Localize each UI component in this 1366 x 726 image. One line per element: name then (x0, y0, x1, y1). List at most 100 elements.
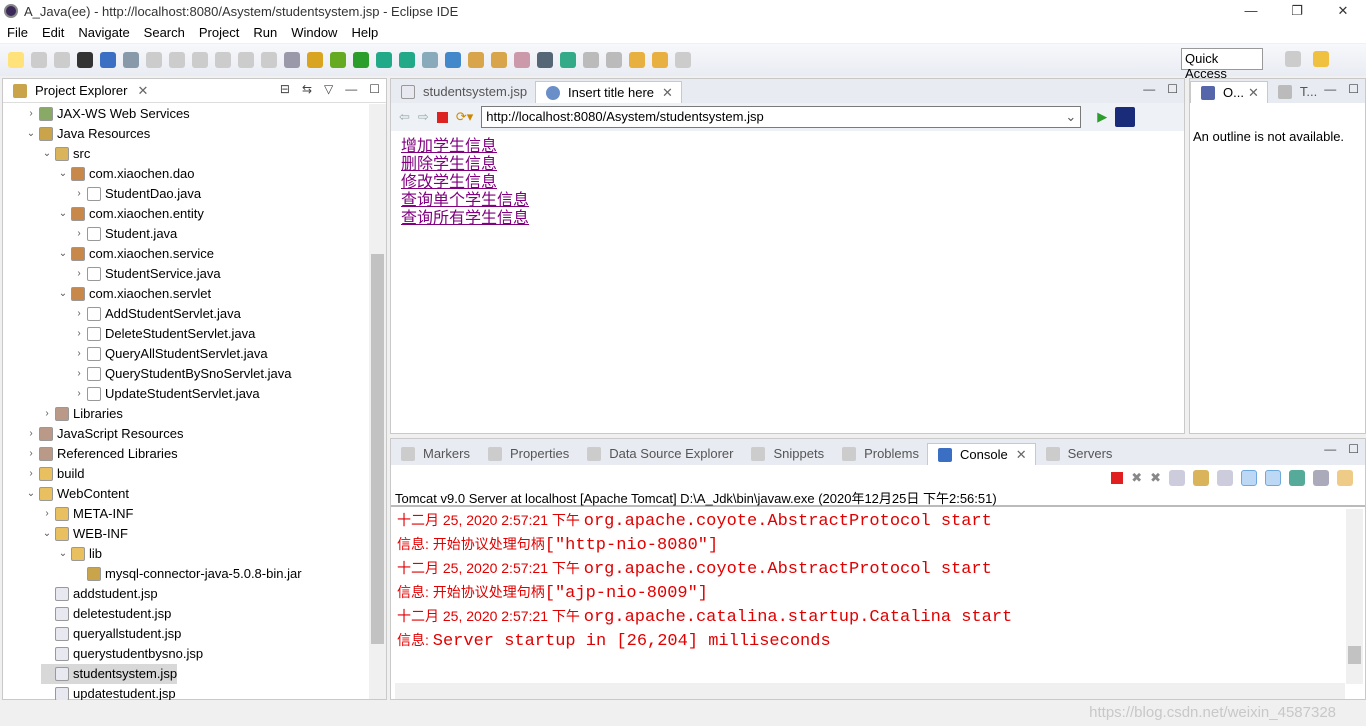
tree-item[interactable]: ⌄ com.xiaochen.entity (57, 204, 204, 224)
tab-task-list[interactable]: T... (1268, 81, 1325, 103)
step-into-icon[interactable] (238, 52, 254, 68)
tree-item[interactable]: addstudent.jsp (41, 584, 158, 604)
open-type-icon[interactable] (468, 52, 484, 68)
restore-button[interactable]: ❐ (1274, 0, 1320, 23)
show-on-stderr-icon[interactable] (1265, 470, 1281, 486)
show-on-stdout-icon[interactable] (1241, 470, 1257, 486)
tree-item[interactable]: › Student.java (73, 224, 177, 244)
close-icon[interactable]: ✕ (662, 82, 673, 104)
resume-icon[interactable] (146, 52, 162, 68)
maximize-icon[interactable]: ☐ (1167, 82, 1178, 96)
next-annotation-icon[interactable] (583, 52, 599, 68)
chevron-down-icon[interactable]: ⌄ (25, 124, 37, 144)
disconnect-icon[interactable] (215, 52, 231, 68)
student-link[interactable]: 查询所有学生信息 (401, 209, 1174, 227)
new-web-service-icon[interactable] (422, 52, 438, 68)
forward-icon[interactable]: ⇨ (418, 109, 429, 125)
open-perspective-icon[interactable] (1285, 51, 1301, 67)
chevron-right-icon[interactable]: › (73, 364, 85, 384)
student-link[interactable]: 删除学生信息 (401, 155, 1174, 173)
tab-snippets[interactable]: Snippets (741, 443, 832, 465)
clear-console-icon[interactable] (1169, 470, 1185, 486)
java-ee-perspective-icon[interactable] (1313, 51, 1329, 67)
tab-data-source-explorer[interactable]: Data Source Explorer (577, 443, 741, 465)
maximize-icon[interactable]: ☐ (1348, 442, 1359, 456)
open-console-icon[interactable] (1337, 470, 1353, 486)
new-servlet-icon[interactable] (445, 52, 461, 68)
tree-item[interactable]: querystudentbysno.jsp (41, 644, 203, 664)
tree-item[interactable]: › DeleteStudentServlet.java (73, 324, 255, 344)
remove-all-icon[interactable]: ✖ (1150, 470, 1161, 486)
close-icon[interactable]: ✕ (1248, 82, 1259, 104)
step-over-icon[interactable] (261, 52, 277, 68)
search-icon[interactable] (514, 52, 530, 68)
chevron-right-icon[interactable]: › (25, 104, 37, 124)
student-link[interactable]: 查询单个学生信息 (401, 191, 1174, 209)
view-menu-icon[interactable]: ▽ (324, 82, 333, 96)
tree-item[interactable]: ⌄ lib (57, 544, 102, 564)
back-icon[interactable] (652, 52, 668, 68)
tree-item[interactable]: mysql-connector-java-5.0.8-bin.jar (73, 564, 302, 584)
console-vscrollbar[interactable] (1346, 509, 1363, 684)
maximize-icon[interactable]: ☐ (369, 82, 380, 96)
remove-launch-icon[interactable]: ✖ (1131, 470, 1142, 486)
menu-edit[interactable]: Edit (35, 23, 71, 43)
last-edit-icon[interactable] (629, 52, 645, 68)
run-icon[interactable] (353, 52, 369, 68)
quick-access-input[interactable]: Quick Access (1181, 48, 1263, 81)
browser-icon[interactable] (1115, 107, 1136, 127)
tree-item[interactable]: › AddStudentServlet.java (73, 304, 241, 324)
tree-item[interactable]: › QueryStudentBySnoServlet.java (73, 364, 291, 384)
deploy-icon[interactable] (560, 52, 576, 68)
globe-icon[interactable] (537, 52, 553, 68)
chevron-right-icon[interactable]: › (73, 384, 85, 404)
tab-servers[interactable]: Servers (1036, 443, 1121, 465)
chevron-right-icon[interactable]: › (73, 304, 85, 324)
menu-file[interactable]: File (0, 23, 35, 43)
tree-item[interactable]: › JAX-WS Web Services (25, 104, 190, 124)
refresh-icon[interactable]: ⟳▾ (456, 109, 473, 125)
use-step-filters-icon[interactable] (307, 52, 323, 68)
chevron-down-icon[interactable]: ⌄ (41, 144, 53, 164)
save-all-icon[interactable] (54, 52, 70, 68)
tree-item[interactable]: queryallstudent.jsp (41, 624, 181, 644)
run-server-icon[interactable] (376, 52, 392, 68)
chevron-down-icon[interactable]: ⌄ (41, 524, 53, 544)
console-hscrollbar[interactable] (395, 683, 1345, 699)
tab-editor-0[interactable]: studentsystem.jsp (391, 81, 535, 103)
close-button[interactable]: ✕ (1320, 0, 1366, 23)
forward-icon[interactable] (675, 52, 691, 68)
minimize-button[interactable]: — (1228, 0, 1274, 23)
tree-item[interactable]: ⌄ Java Resources (25, 124, 150, 144)
tree-item[interactable]: › META-INF (41, 504, 133, 524)
menu-search[interactable]: Search (137, 23, 192, 43)
student-link[interactable]: 增加学生信息 (401, 137, 1174, 155)
tree-item[interactable]: › Referenced Libraries (25, 444, 178, 464)
open-task-icon[interactable] (491, 52, 507, 68)
maximize-icon[interactable]: ☐ (1348, 82, 1359, 96)
back-icon[interactable]: ⇦ (399, 109, 410, 125)
external-tools-icon[interactable] (399, 52, 415, 68)
chevron-down-icon[interactable]: ⌄ (57, 284, 69, 304)
tree-item[interactable]: ⌄ WebContent (25, 484, 129, 504)
menu-window[interactable]: Window (284, 23, 344, 43)
tab-markers[interactable]: Markers (391, 443, 478, 465)
skip-breakpoints-icon[interactable] (123, 52, 139, 68)
tab-editor-1[interactable]: Insert title here ✕ (535, 81, 682, 103)
tab-project-explorer[interactable]: Project Explorer ✕ (3, 80, 157, 102)
step-return-icon[interactable] (284, 52, 300, 68)
tree-item[interactable]: ⌄ com.xiaochen.service (57, 244, 214, 264)
chevron-right-icon[interactable]: › (25, 464, 37, 484)
minimize-icon[interactable]: — (345, 82, 357, 96)
chevron-right-icon[interactable]: › (25, 424, 37, 444)
display-console-icon[interactable] (1313, 470, 1329, 486)
chevron-right-icon[interactable]: › (73, 184, 85, 204)
tree-item[interactable]: › StudentDao.java (73, 184, 201, 204)
url-input[interactable]: http://localhost:8080/Asystem/studentsys… (481, 106, 1082, 128)
tab-problems[interactable]: Problems (832, 443, 927, 465)
chevron-down-icon[interactable]: ⌄ (57, 204, 69, 224)
tree-item[interactable]: › UpdateStudentServlet.java (73, 384, 260, 404)
chevron-down-icon[interactable]: ⌄ (57, 164, 69, 184)
tree-item[interactable]: ⌄ com.xiaochen.servlet (57, 284, 211, 304)
tree-item[interactable]: › Libraries (41, 404, 123, 424)
